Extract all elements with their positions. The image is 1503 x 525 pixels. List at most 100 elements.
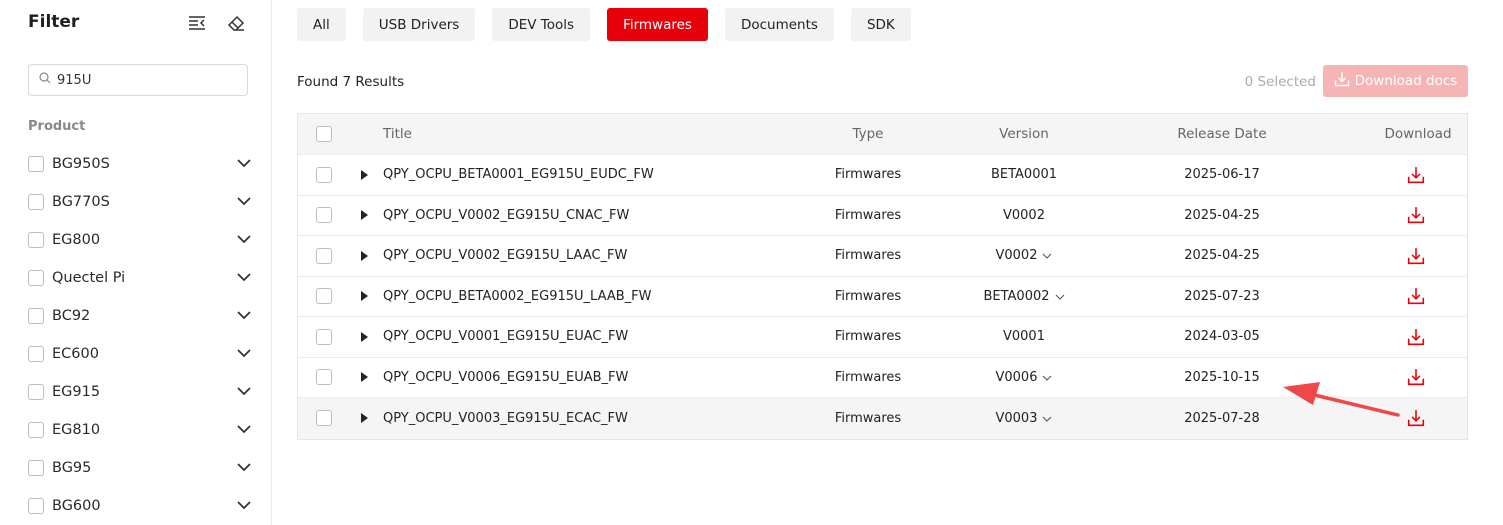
tab-sdk[interactable]: SDK <box>850 8 911 41</box>
row-version-select[interactable]: BETA0002 <box>949 289 1099 304</box>
row-release-date: 2025-10-15 <box>1184 369 1260 385</box>
row-version: BETA0001 <box>949 167 1099 182</box>
row-checkbox[interactable] <box>316 207 332 224</box>
expand-arrow-icon[interactable] <box>361 372 368 383</box>
tab-firmwares[interactable]: Firmwares <box>607 8 708 41</box>
product-item[interactable]: BG770S <box>28 183 252 221</box>
version-label: V0006 <box>995 369 1038 385</box>
row-title: QPY_OCPU_V0002_EG915U_CNAC_FW <box>383 207 630 223</box>
row-checkbox[interactable] <box>316 410 332 427</box>
collapse-filter-icon[interactable] <box>186 12 208 34</box>
version-label: V0002 <box>995 248 1038 264</box>
tab-documents[interactable]: Documents <box>724 8 834 41</box>
expand-arrow-icon[interactable] <box>361 291 368 302</box>
version-label: V0003 <box>995 410 1038 426</box>
row-release-date: 2025-07-23 <box>1184 288 1260 304</box>
row-type: Firmwares <box>834 288 902 304</box>
product-item[interactable]: EG810 <box>28 411 252 449</box>
chevron-down-icon[interactable] <box>236 232 252 248</box>
product-search-field[interactable] <box>28 64 248 96</box>
product-checkbox[interactable] <box>28 346 44 362</box>
search-input[interactable] <box>57 72 227 88</box>
table-row: QPY_OCPU_BETA0001_EG915U_EUDC_FW Firmwar… <box>298 155 1467 196</box>
row-checkbox[interactable] <box>316 166 332 183</box>
product-checkbox[interactable] <box>28 498 44 514</box>
product-label: Quectel Pi <box>52 270 126 286</box>
row-version-select[interactable]: V0002 <box>949 248 1099 263</box>
chevron-down-icon[interactable] <box>236 308 252 324</box>
product-label: EG800 <box>52 232 101 248</box>
product-label: BG600 <box>52 498 101 514</box>
download-docs-button[interactable]: Download docs <box>1323 65 1468 97</box>
product-label: BC92 <box>52 308 91 324</box>
product-list: BG950S BG770S EG800 Quectel Pi BC92 EC60… <box>28 145 252 525</box>
row-type: Firmwares <box>834 207 902 223</box>
product-item[interactable]: BG950S <box>28 145 252 183</box>
chevron-down-icon[interactable] <box>236 384 252 400</box>
header-type: Type <box>852 126 884 142</box>
clear-filter-icon[interactable] <box>225 12 247 34</box>
product-section-label: Product <box>28 119 86 134</box>
chevron-down-icon[interactable] <box>236 460 252 476</box>
download-icon[interactable] <box>1366 247 1466 265</box>
row-version-select[interactable]: V0003 <box>949 411 1099 426</box>
tab-dev-tools[interactable]: DEV Tools <box>492 8 591 41</box>
row-title: QPY_OCPU_BETA0001_EG915U_EUDC_FW <box>383 167 654 183</box>
product-label: EG810 <box>52 422 101 438</box>
product-item[interactable]: BG600 <box>28 487 252 525</box>
expand-arrow-icon[interactable] <box>361 331 368 342</box>
row-checkbox[interactable] <box>316 369 332 386</box>
product-item[interactable]: BG95 <box>28 449 252 487</box>
chevron-down-icon[interactable] <box>236 346 252 362</box>
product-checkbox[interactable] <box>28 232 44 248</box>
row-version-select[interactable]: V0006 <box>949 370 1099 385</box>
expand-arrow-icon[interactable] <box>361 210 368 221</box>
chevron-down-icon[interactable] <box>236 156 252 172</box>
chevron-down-icon[interactable] <box>236 270 252 286</box>
chevron-down-icon[interactable] <box>236 422 252 438</box>
product-item[interactable]: Quectel Pi <box>28 259 252 297</box>
chevron-down-icon[interactable] <box>236 498 252 514</box>
product-item[interactable]: EG915 <box>28 373 252 411</box>
row-checkbox[interactable] <box>316 328 332 345</box>
select-all-checkbox[interactable] <box>316 126 332 142</box>
product-label: BG770S <box>52 194 110 210</box>
expand-arrow-icon[interactable] <box>361 413 368 424</box>
row-release-date: 2025-04-25 <box>1184 207 1260 223</box>
product-item[interactable]: BC92 <box>28 297 252 335</box>
row-title: QPY_OCPU_V0006_EG915U_EUAB_FW <box>383 369 629 385</box>
product-checkbox[interactable] <box>28 270 44 286</box>
row-release-date: 2025-06-17 <box>1184 167 1260 183</box>
expand-arrow-icon[interactable] <box>361 169 368 180</box>
tab-usb-drivers[interactable]: USB Drivers <box>362 8 476 41</box>
product-checkbox[interactable] <box>28 194 44 210</box>
download-icon[interactable] <box>1366 206 1466 224</box>
row-checkbox[interactable] <box>316 247 332 264</box>
chevron-down-icon <box>1042 248 1052 263</box>
results-count: Found 7 Results <box>297 74 405 90</box>
table-row: QPY_OCPU_BETA0002_EG915U_LAAB_FW Firmwar… <box>298 277 1467 317</box>
product-item[interactable]: EG800 <box>28 221 252 259</box>
tab-all[interactable]: All <box>297 8 346 41</box>
product-checkbox[interactable] <box>28 384 44 400</box>
row-checkbox[interactable] <box>316 288 332 305</box>
product-item[interactable]: EC600 <box>28 335 252 373</box>
download-icon[interactable] <box>1366 287 1466 305</box>
header-release-date: Release Date <box>1177 126 1267 142</box>
product-checkbox[interactable] <box>28 156 44 172</box>
row-version: V0002 <box>949 208 1099 223</box>
expand-arrow-icon[interactable] <box>361 250 368 261</box>
version-label: V0001 <box>1003 329 1045 345</box>
category-tabs: All USB Drivers DEV Tools Firmwares Docu… <box>297 8 911 41</box>
row-type: Firmwares <box>834 369 902 385</box>
search-icon <box>39 72 51 88</box>
download-icon[interactable] <box>1366 328 1466 346</box>
product-checkbox[interactable] <box>28 422 44 438</box>
product-checkbox[interactable] <box>28 308 44 324</box>
product-label: BG95 <box>52 460 92 476</box>
chevron-down-icon <box>1055 289 1065 304</box>
row-type: Firmwares <box>834 329 902 345</box>
chevron-down-icon[interactable] <box>236 194 252 210</box>
download-icon[interactable] <box>1366 166 1466 184</box>
product-checkbox[interactable] <box>28 460 44 476</box>
